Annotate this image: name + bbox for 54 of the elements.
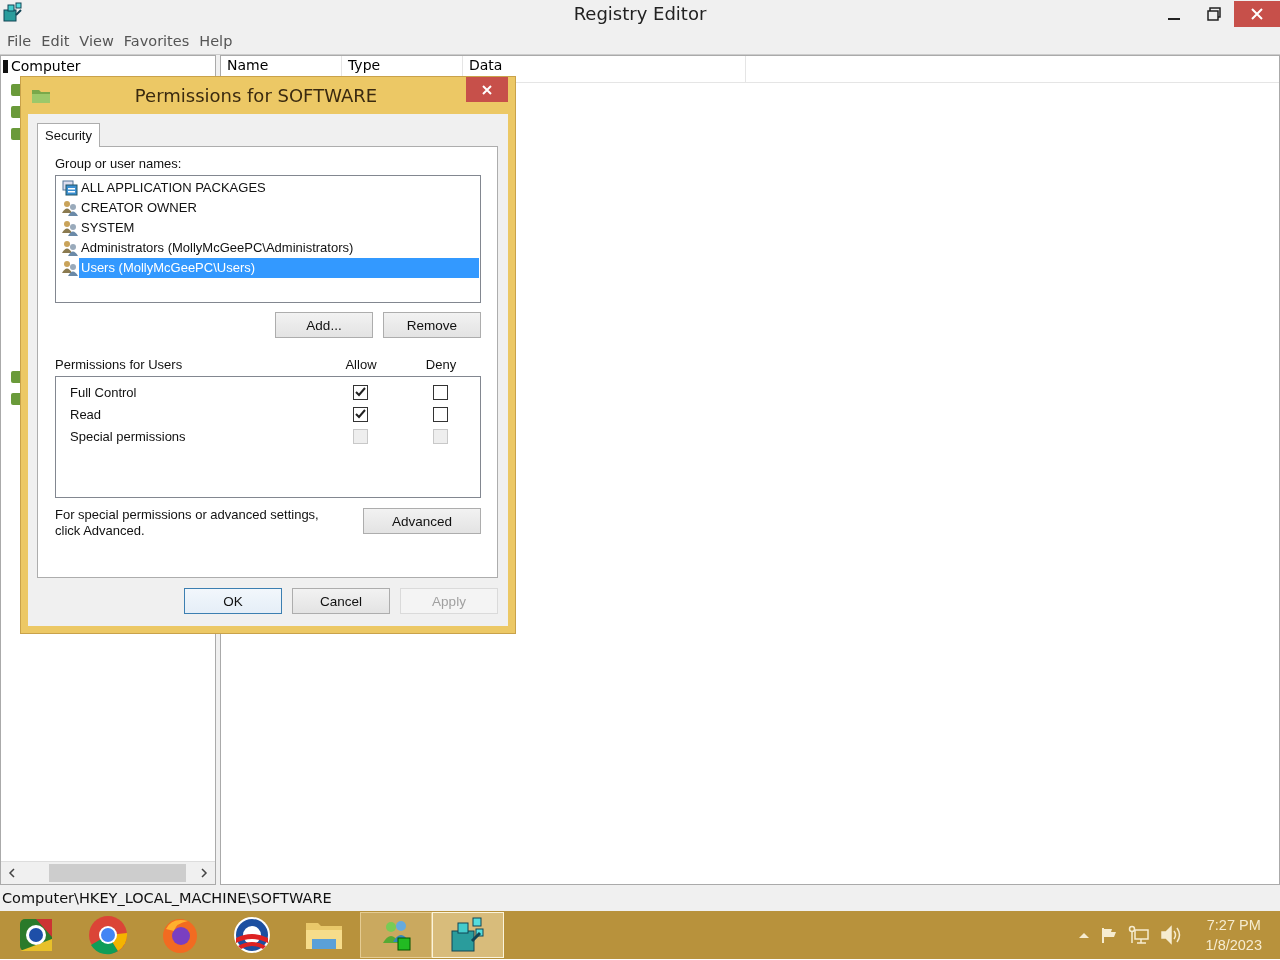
users-icon bbox=[62, 240, 78, 256]
list-button[interactable]: Remove bbox=[383, 312, 481, 338]
user-list-item[interactable]: ALL APPLICATION PACKAGES bbox=[79, 178, 268, 198]
permissions-label: Permissions for Users bbox=[55, 357, 184, 372]
users-icon bbox=[62, 200, 78, 216]
status-bar: Computer\HKEY_LOCAL_MACHINE\SOFTWARE bbox=[0, 885, 1280, 911]
scrollbar-thumb[interactable] bbox=[49, 864, 186, 882]
restore-icon bbox=[1207, 7, 1221, 21]
dialog-button[interactable]: Cancel bbox=[292, 588, 390, 614]
advanced-button[interactable]: Advanced bbox=[363, 508, 481, 534]
advanced-note: For special permissions or advanced settings, click Advanced. bbox=[55, 507, 320, 539]
network-icon[interactable] bbox=[1127, 925, 1150, 945]
browser-icon[interactable] bbox=[18, 917, 54, 953]
close-button[interactable] bbox=[466, 77, 508, 102]
permission-name: Read bbox=[70, 406, 103, 422]
menu-item[interactable]: View bbox=[74, 33, 119, 49]
user-list-item[interactable]: Administrators (MollyMcGeePC\Administrators) bbox=[79, 238, 356, 258]
checkbox[interactable] bbox=[352, 406, 368, 422]
taskbar-button[interactable] bbox=[432, 912, 504, 958]
circle-logo-icon[interactable] bbox=[233, 916, 271, 954]
checkbox[interactable] bbox=[352, 384, 368, 400]
registry-icon bbox=[2, 1, 24, 23]
tree-node-icon[interactable] bbox=[3, 59, 8, 73]
package-icon bbox=[62, 180, 78, 196]
close-icon bbox=[1251, 8, 1263, 20]
folder-icon bbox=[31, 87, 51, 104]
minimize-icon bbox=[1168, 18, 1180, 20]
menu-item[interactable]: Edit bbox=[36, 33, 75, 49]
column-header: Deny bbox=[424, 357, 458, 372]
menu-item[interactable]: Help bbox=[194, 33, 238, 49]
flag-icon[interactable] bbox=[1099, 926, 1118, 944]
users-icon bbox=[62, 260, 78, 276]
menu-item[interactable]: File bbox=[2, 33, 37, 49]
window-title: Registry Editor bbox=[572, 3, 708, 24]
tree-item[interactable]: Computer bbox=[11, 58, 81, 74]
show-hidden-icons-icon[interactable] bbox=[1077, 931, 1090, 939]
permission-name: Special permissions bbox=[70, 428, 187, 444]
permission-name: Full Control bbox=[70, 384, 138, 400]
speaker-icon[interactable] bbox=[1159, 925, 1182, 945]
user-list-item[interactable]: SYSTEM bbox=[79, 218, 137, 238]
dialog-button[interactable]: OK bbox=[184, 588, 282, 614]
tab[interactable]: Security bbox=[37, 123, 100, 147]
browser-icon[interactable] bbox=[88, 915, 128, 955]
menu-item[interactable]: Favorites bbox=[118, 33, 195, 49]
users-icon bbox=[62, 220, 78, 236]
user-list-item[interactable]: CREATOR OWNER bbox=[79, 198, 199, 218]
group-list-label: Group or user names: bbox=[55, 156, 183, 173]
checkbox[interactable] bbox=[432, 384, 448, 400]
dialog-title: Permissions for SOFTWARE bbox=[133, 85, 379, 106]
list-button[interactable]: Add... bbox=[275, 312, 373, 338]
checkbox[interactable] bbox=[432, 406, 448, 422]
close-button[interactable] bbox=[1234, 1, 1280, 27]
column-header: Allow bbox=[344, 357, 378, 372]
close-icon bbox=[481, 83, 493, 96]
